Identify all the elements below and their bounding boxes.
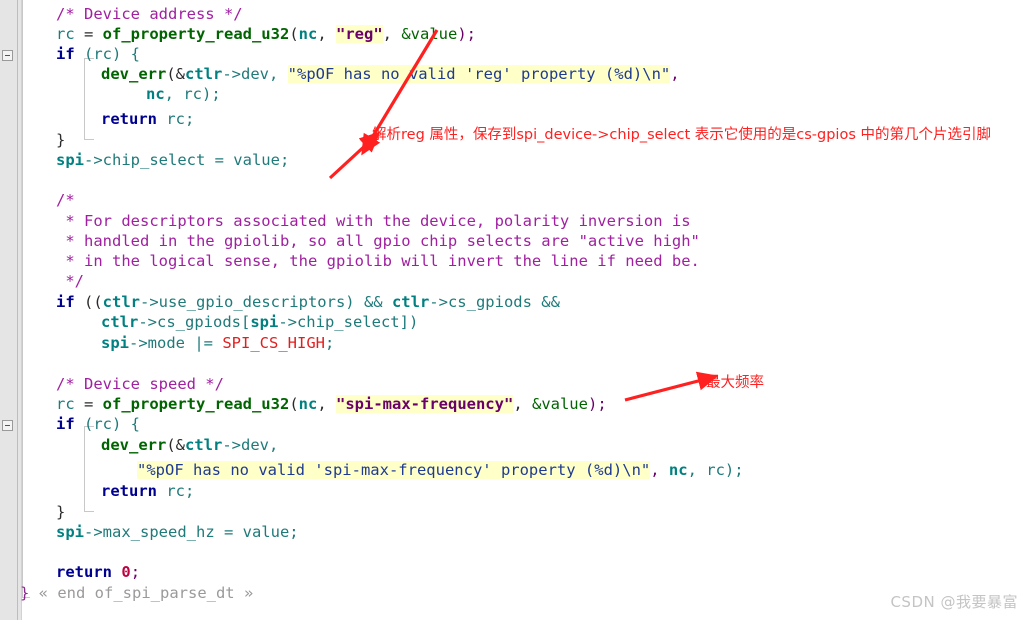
code-line-25: } (56, 503, 66, 521)
code-line-22: dev_err(&ctlr->dev, (101, 436, 279, 454)
code-line-5: nc, rc); (146, 85, 221, 103)
annotation-max-frequency: 最大频率 (706, 375, 764, 391)
code-line-14: */ (56, 272, 84, 290)
code-line-12: * handled in the gpiolib, so all gpio ch… (56, 232, 700, 250)
code-line-2: rc = of_property_read_u32(nc, "reg", &va… (56, 25, 477, 43)
code-line-21: if (rc) { (56, 415, 140, 433)
code-line-13: * in the logical sense, the gpiolib will… (56, 252, 700, 270)
code-line-3: if (rc) { (56, 45, 140, 63)
code-line-16: ctlr->cs_gpiods[spi->chip_select]) (101, 313, 419, 331)
code-line-15: if ((ctlr->use_gpio_descriptors) && ctlr… (56, 293, 560, 311)
code-line-10: /* (56, 191, 75, 209)
code-line-6: return rc; (101, 110, 195, 128)
code-line-17: spi->mode |= SPI_CS_HIGH; (101, 334, 335, 352)
code-line-1: /* Device address */ (56, 5, 243, 23)
code-line-19: /* Device speed */ (56, 375, 224, 393)
code-line-24: return rc; (101, 482, 195, 500)
code-line-4: dev_err(&ctlr->dev, "%pOF has no valid '… (101, 65, 680, 83)
code-line-20: rc = of_property_read_u32(nc, "spi-max-f… (56, 395, 607, 413)
code-line-11: * For descriptors associated with the de… (56, 212, 691, 230)
code-editor[interactable]: /* Device address */ rc = of_property_re… (0, 0, 1030, 620)
code-line-26: spi->max_speed_hz = value; (56, 523, 299, 541)
code-line-23: "%pOF has no valid 'spi-max-frequency' p… (137, 461, 744, 479)
code-line-8: spi->chip_select = value; (56, 151, 290, 169)
code-content[interactable]: /* Device address */ rc = of_property_re… (0, 0, 1030, 620)
code-line-29: } « end of_spi_parse_dt » (20, 584, 254, 602)
code-line-7: } (56, 131, 66, 149)
annotation-reg-property: 解析reg 属性，保存到spi_device->chip_select 表示它使… (372, 127, 991, 143)
csdn-watermark: CSDN @我要暴富 (890, 593, 1018, 611)
code-line-28: return 0; (56, 563, 141, 581)
